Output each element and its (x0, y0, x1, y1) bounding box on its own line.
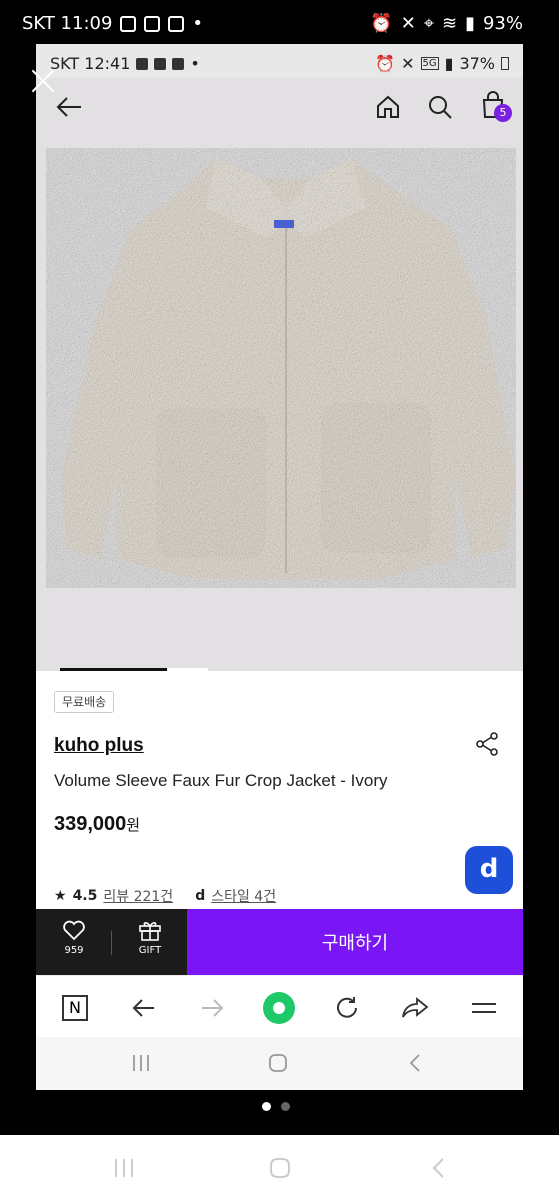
more-dot-icon: • (190, 54, 200, 73)
location-icon: ⌖ (423, 13, 434, 34)
jacket-photo (61, 158, 516, 580)
heart-icon (63, 920, 85, 941)
alarm-icon: ⏰ (370, 13, 393, 34)
inner-battery: 37% (459, 54, 495, 73)
cart-count-badge: 5 (494, 104, 512, 122)
gallery-icon (120, 15, 137, 32)
wifi-icon: ≋ (441, 13, 458, 34)
outer-nav-bar (0, 1135, 559, 1200)
rating-row: ★ 4.5 리뷰 221건 d 스타일 4건 (54, 886, 276, 906)
share-button[interactable] (474, 731, 502, 759)
home-nav-icon[interactable] (268, 1156, 292, 1180)
carousel-progress-fill (60, 668, 167, 671)
map-icon (136, 57, 149, 70)
recents-icon[interactable] (113, 1157, 135, 1179)
star-icon: ★ (54, 888, 67, 904)
reviews-link[interactable]: 리뷰 221건 (103, 886, 173, 906)
like-button[interactable]: 959 (44, 919, 104, 956)
gift-label: GIFT (138, 945, 162, 956)
outer-battery: 93% (482, 13, 523, 34)
page-dot (281, 1102, 290, 1111)
signal-icon: ▮ (444, 54, 454, 73)
price-value: 339,000 (54, 813, 127, 835)
carousel-progress (60, 668, 208, 671)
gift-button[interactable]: GIFT (120, 919, 180, 956)
browser-green-dot-button[interactable] (261, 990, 297, 1026)
buy-button[interactable]: 구매하기 (187, 909, 523, 975)
outer-status-bar: SKT 11:09 • ⏰ ✕ ⌖ ≋ ▮ 93% (0, 0, 559, 46)
cart-button[interactable]: 5 (476, 88, 512, 122)
naver-n-icon: N (62, 995, 88, 1021)
phone-screen: SKT 12:41 • ⏰ ✕ 5G ▮ 37% 5 무료배송 kuho plu… (36, 44, 523, 1090)
cloud-icon (144, 15, 161, 32)
inner-time: SKT 12:41 (50, 54, 131, 73)
page-indicator (262, 1102, 290, 1111)
price-currency: 원 (126, 817, 141, 834)
green-dot-icon (263, 992, 295, 1024)
inner-status-bar: SKT 12:41 • ⏰ ✕ 5G ▮ 37% (36, 44, 523, 78)
share-icon (476, 732, 498, 756)
buy-bar: 959 GIFT 구매하기 (36, 909, 523, 975)
back-nav-icon[interactable] (405, 1053, 425, 1073)
free-shipping-tag: 무료배송 (54, 691, 115, 713)
home-nav-icon[interactable] (267, 1052, 289, 1074)
mute-icon: ✕ (401, 54, 415, 73)
naver-button[interactable]: N (57, 990, 93, 1026)
alarm-icon: ⏰ (375, 54, 396, 73)
buy-bar-actions: 959 GIFT (36, 909, 187, 975)
d-floating-button[interactable]: d (465, 846, 513, 894)
forward-arrow-icon (202, 999, 224, 1017)
browser-forward-button[interactable] (194, 990, 230, 1026)
photo-icon (172, 57, 185, 70)
mute-icon: ✕ (400, 13, 416, 34)
page-dot-active (262, 1102, 271, 1111)
signal-icon: ▮ (465, 13, 475, 34)
network-type: 5G (420, 57, 439, 70)
inner-nav-bar (36, 1037, 523, 1090)
back-arrow-icon (132, 999, 154, 1017)
product-price: 339,000원 (54, 813, 140, 836)
d-logo-icon: d (195, 888, 206, 904)
more-dot-icon: • (192, 13, 204, 34)
back-arrow-icon (56, 97, 81, 117)
recents-icon[interactable] (131, 1053, 151, 1073)
product-image[interactable]: 5 (36, 78, 523, 671)
refresh-button[interactable] (329, 990, 365, 1026)
top-nav: 5 (36, 78, 523, 134)
rating-value: 4.5 (72, 888, 98, 904)
like-count: 959 (64, 945, 84, 956)
home-icon (377, 95, 399, 118)
menu-button[interactable] (466, 990, 502, 1026)
notification-icon (168, 15, 185, 32)
gift-icon (139, 922, 161, 941)
outer-time: SKT 11:09 (22, 13, 113, 34)
search-icon (429, 96, 452, 119)
browser-share-button[interactable] (397, 990, 433, 1026)
search-button[interactable] (423, 90, 457, 124)
browser-back-button[interactable] (126, 990, 162, 1026)
home-button[interactable] (371, 90, 405, 124)
browser-toolbar: N (36, 975, 523, 1037)
mail-icon (154, 57, 167, 70)
action-divider (111, 931, 112, 955)
share-arrow-icon (402, 997, 429, 1018)
brand-link[interactable]: kuho plus (54, 735, 144, 757)
refresh-icon (337, 997, 357, 1018)
product-name: Volume Sleeve Faux Fur Crop Jacket - Ivo… (54, 771, 388, 790)
close-icon[interactable] (28, 66, 58, 96)
hamburger-menu-icon (472, 1003, 496, 1013)
style-link[interactable]: 스타일 4건 (211, 886, 276, 906)
battery-icon (501, 57, 509, 70)
back-nav-icon[interactable] (428, 1157, 450, 1179)
